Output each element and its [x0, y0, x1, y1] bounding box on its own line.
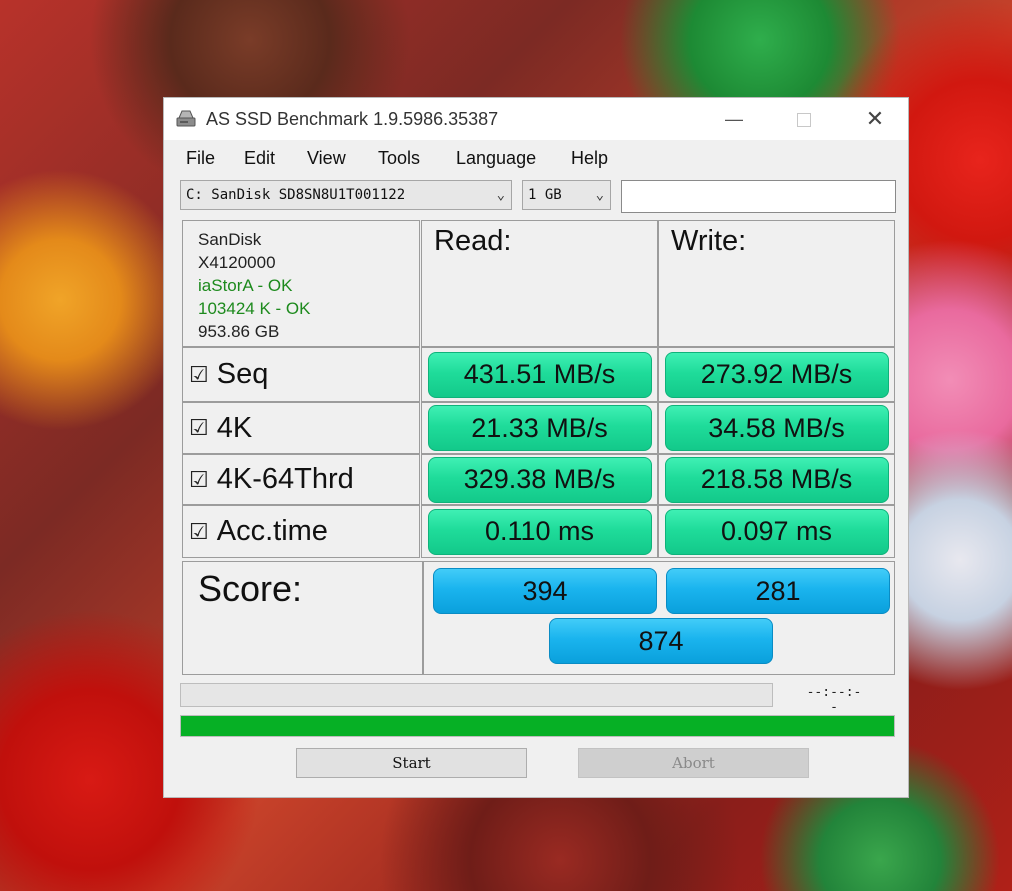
checkbox-4k-64thrd[interactable]: ☑: [189, 467, 209, 493]
write-header: Write:: [658, 220, 895, 347]
test-label-4k: 4K: [216, 411, 253, 444]
elapsed-time: --:--:--: [806, 685, 862, 715]
results-grid: SanDisk X4120000 iaStorA - OK 103424 K -…: [182, 220, 895, 558]
seq-write-cell: 273.92 MB/s: [658, 347, 895, 402]
overall-progress-bar: [180, 715, 895, 737]
drive-firmware: X4120000: [198, 253, 276, 272]
chevron-down-icon: ⌄: [496, 187, 505, 203]
menu-language[interactable]: Language: [456, 148, 536, 169]
4k-write-cell: 34.58 MB/s: [658, 402, 895, 454]
acc-time-write-result: 0.097 ms: [664, 508, 889, 555]
checkbox-seq[interactable]: ☑: [189, 362, 209, 388]
checkbox-4k[interactable]: ☑: [189, 415, 209, 441]
menu-help[interactable]: Help: [571, 148, 608, 169]
test-progress-bar: [180, 683, 773, 707]
test-row-4k: ☑ 4K: [182, 402, 420, 454]
score-values: 394 281 874: [423, 561, 895, 675]
acc-read-cell: 0.110 ms: [421, 505, 658, 558]
seq-read-result: 431.51 MB/s: [427, 351, 652, 398]
checkbox-acc-time[interactable]: ☑: [189, 519, 209, 545]
drive-capacity: 953.86 GB: [198, 322, 280, 341]
test-label-4k-64thrd: 4K-64Thrd: [216, 463, 354, 495]
score-write: 281: [666, 568, 890, 614]
maximize-icon: [797, 113, 811, 128]
maximize-button[interactable]: [781, 104, 827, 134]
acc-write-cell: 0.097 ms: [658, 505, 895, 558]
test-row-seq: ☑ Seq: [182, 347, 420, 402]
minimize-button[interactable]: —: [711, 104, 757, 134]
test-size-select[interactable]: 1 GB ⌄: [522, 180, 611, 210]
drive-icon: [176, 110, 196, 127]
test-row-acc-time: ☑ Acc.time: [182, 505, 420, 558]
menu-edit[interactable]: Edit: [244, 148, 275, 169]
driver-status: iaStorA - OK: [198, 276, 293, 295]
4k-write-result: 34.58 MB/s: [664, 405, 889, 451]
start-button[interactable]: Start: [296, 748, 527, 778]
score-panel: Score: 394 281 874: [182, 561, 895, 675]
4k-read-result: 21.33 MB/s: [427, 405, 652, 451]
4k64-write-cell: 218.58 MB/s: [658, 454, 895, 505]
score-total: 874: [549, 618, 773, 664]
menu-tools[interactable]: Tools: [378, 148, 420, 169]
seq-read-cell: 431.51 MB/s: [421, 347, 658, 402]
test-label-seq: Seq: [216, 358, 269, 390]
test-label-acc-time: Acc.time: [216, 515, 328, 547]
drive-select[interactable]: C: SanDisk SD8SN8U1T001122 ⌄: [180, 180, 512, 210]
chevron-down-icon: ⌄: [595, 187, 604, 203]
close-button[interactable]: ✕: [852, 104, 898, 134]
acc-time-read-result: 0.110 ms: [427, 508, 652, 555]
as-ssd-window: AS SSD Benchmark 1.9.5986.35387 — ✕ File…: [163, 97, 909, 798]
menu-bar: File Edit View Tools Language Help: [164, 140, 908, 172]
score-label: Score:: [182, 561, 423, 675]
notes-input[interactable]: [621, 180, 896, 213]
seq-write-result: 273.92 MB/s: [664, 351, 889, 398]
4k-64thrd-read-result: 329.38 MB/s: [427, 456, 652, 503]
menu-file[interactable]: File: [186, 148, 215, 169]
test-row-4k-64thrd: ☑ 4K-64Thrd: [182, 454, 420, 505]
overall-progress-fill: [181, 716, 894, 736]
drive-select-value: C: SanDisk SD8SN8U1T001122: [186, 187, 406, 203]
4k-64thrd-write-result: 218.58 MB/s: [664, 456, 889, 503]
drive-vendor: SanDisk: [198, 230, 262, 249]
score-read: 394: [433, 568, 657, 614]
alignment-status: 103424 K - OK: [198, 299, 311, 318]
read-header: Read:: [421, 220, 658, 347]
test-size-value: 1 GB: [528, 187, 562, 203]
drive-info-panel: SanDisk X4120000 iaStorA - OK 103424 K -…: [182, 220, 420, 347]
4k-read-cell: 21.33 MB/s: [421, 402, 658, 454]
window-title: AS SSD Benchmark 1.9.5986.35387: [206, 109, 499, 129]
title-bar[interactable]: AS SSD Benchmark 1.9.5986.35387 — ✕: [164, 98, 908, 140]
4k64-read-cell: 329.38 MB/s: [421, 454, 658, 505]
menu-view[interactable]: View: [307, 148, 346, 169]
abort-button[interactable]: Abort: [578, 748, 809, 778]
